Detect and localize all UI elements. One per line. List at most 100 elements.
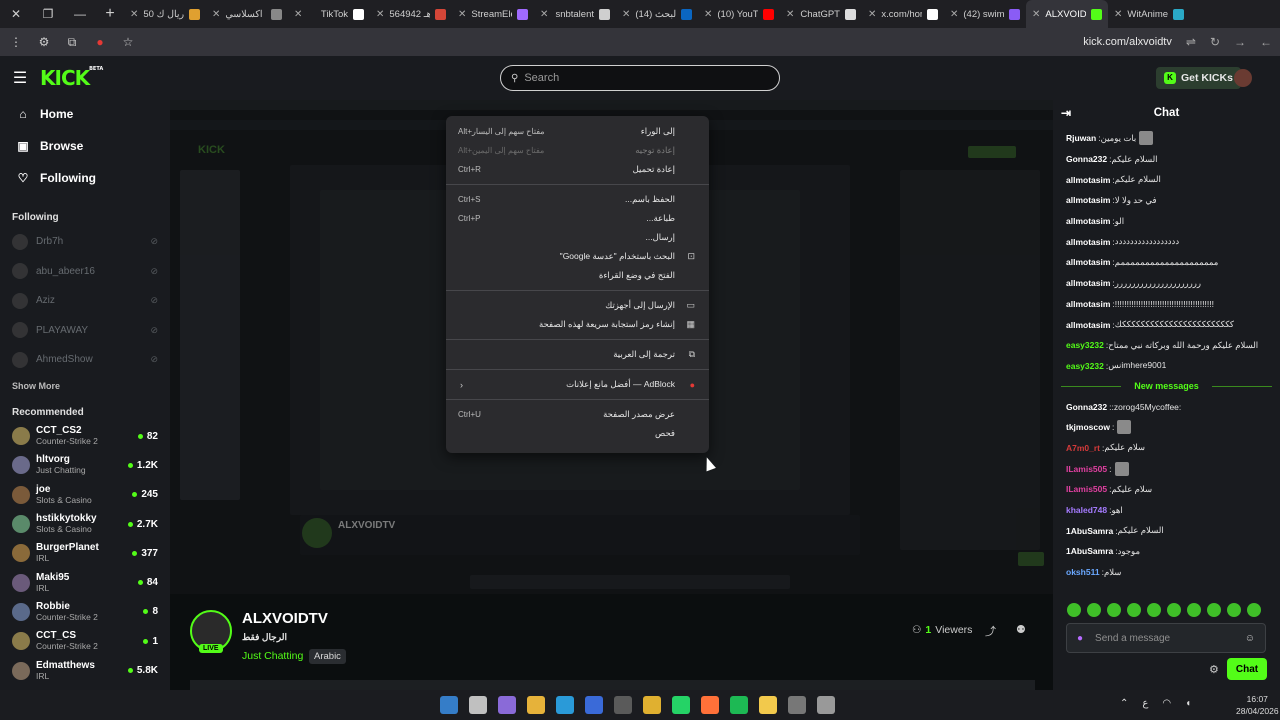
- hamburger-menu-icon[interactable]: ☰: [0, 68, 40, 88]
- context-menu-item[interactable]: عرض مصدر الصفحة Ctrl+U: [446, 405, 709, 424]
- file-explorer-icon[interactable]: [527, 696, 545, 714]
- chat-settings-icon[interactable]: ⚙: [1209, 663, 1219, 676]
- firefox-icon[interactable]: [701, 696, 719, 714]
- context-menu-item[interactable]: إرسال...: [446, 228, 709, 247]
- context-menu-item[interactable]: إلى الوراء Alt+مفتاح سهم إلى اليسار: [446, 122, 709, 141]
- store-icon[interactable]: [614, 696, 632, 714]
- wifi-icon[interactable]: ◠: [1162, 698, 1171, 709]
- sidebar-nav-browse[interactable]: ▣ Browse: [0, 130, 170, 162]
- mail-icon[interactable]: [585, 696, 603, 714]
- quick-emote-icon[interactable]: [1207, 603, 1221, 617]
- browser-tab[interactable]: ✕ اكسلاسي |: [206, 0, 288, 28]
- quick-emote-icon[interactable]: [1107, 603, 1121, 617]
- copilot-icon[interactable]: [498, 696, 516, 714]
- close-tab-icon[interactable]: ✕: [950, 9, 958, 20]
- recommended-channel[interactable]: joe Slots & Casino 245: [0, 480, 170, 509]
- chat-username[interactable]: khaled748: [1066, 505, 1107, 515]
- chat-username[interactable]: 1AbuSamra: [1066, 546, 1113, 556]
- context-menu-item[interactable]: ▦ إنشاء رمز استجابة سريعة لهذه الصفحة: [446, 315, 709, 334]
- chat-username[interactable]: allmotasim: [1066, 237, 1110, 247]
- language-indicator[interactable]: ع: [1142, 698, 1148, 709]
- browser-tab[interactable]: ✕ 50 ريال ك: [124, 0, 206, 28]
- browser-tab[interactable]: ✕ x.com/hon: [862, 0, 944, 28]
- recommended-channel[interactable]: Robbie Counter-Strike 2 8: [0, 597, 170, 626]
- emoji-icon[interactable]: ☺: [1245, 633, 1255, 644]
- bookmark-star-icon[interactable]: ☆: [120, 35, 136, 49]
- whatsapp-icon[interactable]: [672, 696, 690, 714]
- streamer-name[interactable]: ALXVOIDTV: [242, 610, 328, 627]
- recommended-channel[interactable]: CCT_CS2 Counter-Strike 2 82: [0, 422, 170, 451]
- close-tab-icon[interactable]: ✕: [1032, 9, 1040, 20]
- url-field[interactable]: kick.com/alxvoidtv: [1083, 36, 1172, 48]
- windows-start-icon[interactable]: [440, 696, 458, 714]
- chat-username[interactable]: allmotasim: [1066, 216, 1110, 226]
- chat-username[interactable]: ILamis505: [1066, 464, 1107, 474]
- close-tab-icon[interactable]: ✕: [130, 9, 138, 20]
- app-icon[interactable]: [817, 696, 835, 714]
- browser-tab[interactable]: ✕ (42) swimy: [944, 0, 1026, 28]
- chat-username[interactable]: allmotasim: [1066, 175, 1110, 185]
- sidebar-nav-home[interactable]: ⌂ Home: [0, 98, 170, 130]
- clock[interactable]: 16:07 28/04/2026: [1236, 693, 1279, 717]
- back-icon[interactable]: ←: [1260, 35, 1272, 49]
- context-menu-item[interactable]: إعادة توجيه Alt+مفتاح سهم إلى اليمين: [446, 141, 709, 160]
- following-channel[interactable]: Aziz ⊘: [0, 286, 170, 316]
- quick-emote-icon[interactable]: [1247, 603, 1261, 617]
- chat-send-button[interactable]: Chat: [1227, 658, 1267, 680]
- chat-username[interactable]: allmotasim: [1066, 299, 1110, 309]
- notes-icon[interactable]: [759, 696, 777, 714]
- chat-username[interactable]: A7m0_rt: [1066, 443, 1100, 453]
- context-menu-item[interactable]: ▭ الإرسال إلى أجهزتك: [446, 296, 709, 315]
- browser-tab[interactable]: ✕ ChatGPT: [780, 0, 862, 28]
- close-tab-icon[interactable]: ✕: [622, 9, 630, 20]
- extensions-puzzle-icon[interactable]: ⧉: [64, 35, 80, 50]
- close-tab-icon[interactable]: ✕: [1114, 9, 1122, 20]
- context-menu-item[interactable]: إعادة تحميل Ctrl+R: [446, 160, 709, 179]
- search-icon[interactable]: [469, 696, 487, 714]
- kick-logo[interactable]: KICKBETA: [40, 66, 103, 90]
- quick-emote-icon[interactable]: [1227, 603, 1241, 617]
- browser-tab[interactable]: ✕ snbtalent: [534, 0, 616, 28]
- browser-tab[interactable]: ✕ WitAnime: [1108, 0, 1190, 28]
- close-tab-icon[interactable]: ✕: [868, 9, 876, 20]
- chat-username[interactable]: ILamis505: [1066, 484, 1107, 494]
- chat-username[interactable]: 1AbuSamra: [1066, 526, 1113, 536]
- quick-emote-icon[interactable]: [1067, 603, 1081, 617]
- user-card-icon[interactable]: ⚉: [1016, 623, 1026, 636]
- edge-icon[interactable]: [556, 696, 574, 714]
- context-menu-item[interactable]: ⊡ البحث باستخدام "عدسة Google": [446, 247, 709, 266]
- browser-tab[interactable]: ✕ (14) البحث: [616, 0, 698, 28]
- context-menu-item[interactable]: الفتح في وضع القراءة: [446, 266, 709, 285]
- browser-tab[interactable]: ✕ 564942 هـ: [370, 0, 452, 28]
- site-settings-icon[interactable]: ⇌: [1186, 35, 1196, 49]
- volume-icon[interactable]: ◖: [1185, 698, 1191, 709]
- close-tab-icon[interactable]: ✕: [786, 9, 794, 20]
- chat-username[interactable]: Gonna232: [1066, 154, 1107, 164]
- close-tab-icon[interactable]: ✕: [212, 9, 220, 20]
- recommended-channel[interactable]: Maki95 IRL 84: [0, 568, 170, 597]
- game-icon[interactable]: [788, 696, 806, 714]
- chat-username[interactable]: easy3232: [1066, 340, 1104, 350]
- forward-icon[interactable]: →: [1234, 35, 1246, 49]
- reload-icon[interactable]: ↻: [1210, 35, 1220, 49]
- share-icon[interactable]: ⤴: [985, 623, 996, 639]
- context-menu-item[interactable]: الحفظ باسم... Ctrl+S: [446, 190, 709, 209]
- chat-username[interactable]: Gonna232: [1066, 402, 1107, 412]
- quick-emote-icon[interactable]: [1147, 603, 1161, 617]
- recommended-channel[interactable]: Edmatthews IRL 5.8K: [0, 656, 170, 685]
- quick-emote-icon[interactable]: [1167, 603, 1181, 617]
- sidebar-nav-following[interactable]: ♡ Following: [0, 162, 170, 194]
- stream-category[interactable]: Just Chatting: [242, 650, 303, 662]
- minimize-window-button[interactable]: —: [64, 0, 96, 28]
- chat-username[interactable]: tkjmoscow: [1066, 422, 1110, 432]
- recommended-channel[interactable]: BurgerPlanet IRL 377: [0, 539, 170, 568]
- collapse-chat-icon[interactable]: ⇥: [1061, 106, 1071, 120]
- chat-username[interactable]: allmotasim: [1066, 195, 1110, 205]
- following-channel[interactable]: abu_abeer16 ⊘: [0, 257, 170, 287]
- chat-username[interactable]: allmotasim: [1066, 320, 1110, 330]
- recommended-channel[interactable]: hstikkytokky Slots & Casino 2.7K: [0, 509, 170, 538]
- following-channel[interactable]: Drb7h ⊘: [0, 227, 170, 257]
- following-channel[interactable]: AhmedShow ⊘: [0, 345, 170, 375]
- microphone-icon[interactable]: ●: [1077, 633, 1083, 644]
- tray-overflow-icon[interactable]: ⌃: [1120, 698, 1128, 709]
